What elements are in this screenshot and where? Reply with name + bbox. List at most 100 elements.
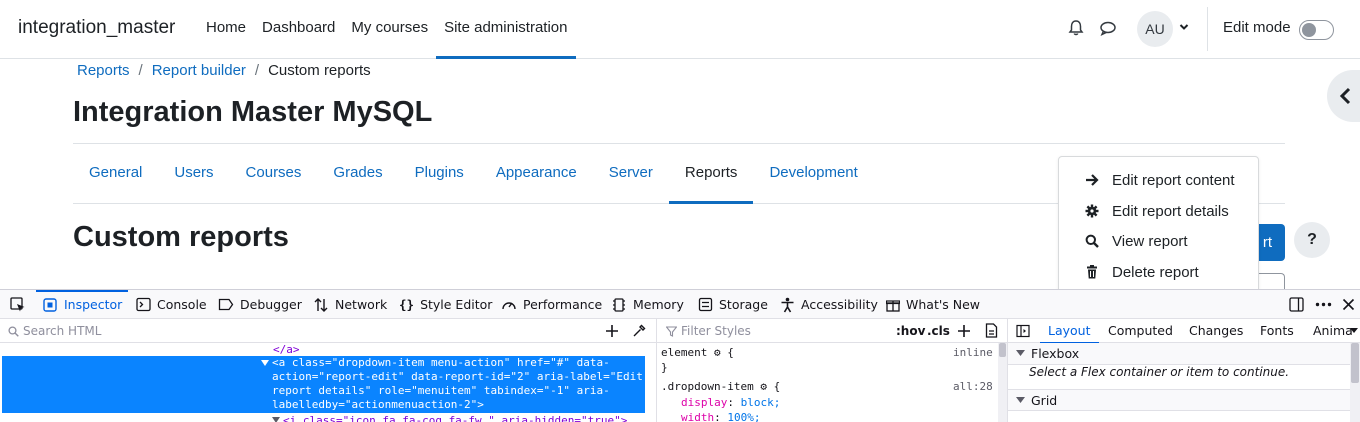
nav-my-courses[interactable]: My courses xyxy=(343,0,436,58)
gift-icon xyxy=(886,299,900,312)
devtools-tab-debugger[interactable]: Debugger xyxy=(218,290,302,319)
search-html-input[interactable]: Search HTML xyxy=(8,319,101,343)
expand-arrow-icon[interactable] xyxy=(272,417,280,422)
devtools-tab-console[interactable]: Console xyxy=(136,290,207,319)
inspector-icon xyxy=(43,297,57,312)
devtools-computed-tab[interactable]: Computed xyxy=(1108,319,1173,343)
devtools-layout-tab[interactable]: Layout xyxy=(1040,319,1098,344)
devtools-tab-storage[interactable]: Storage xyxy=(698,290,768,319)
scrollbar-thumb[interactable] xyxy=(1351,343,1359,383)
devtools-tab-whats-new[interactable]: What's New xyxy=(886,290,980,319)
navbar-divider xyxy=(1207,7,1208,51)
chevron-left-icon xyxy=(1339,87,1351,105)
rule-source[interactable]: all:28 xyxy=(953,379,993,395)
devtools-tab-inspector[interactable]: Inspector xyxy=(35,290,129,319)
devtools-subtoolbar: Search HTML Filter Styles :hov .cls Layo… xyxy=(0,319,1360,344)
edit-mode-toggle[interactable] xyxy=(1299,20,1334,40)
nav-site-administration[interactable]: Site administration xyxy=(436,0,576,59)
console-icon xyxy=(136,297,151,312)
tab-appearance[interactable]: Appearance xyxy=(480,144,593,203)
nav-dashboard[interactable]: Dashboard xyxy=(254,0,343,58)
rule-gear-icon[interactable]: ⚙ xyxy=(760,380,767,393)
arrow-right-icon xyxy=(1086,174,1099,186)
chevron-down-icon[interactable] xyxy=(1350,328,1358,334)
accessibility-icon xyxy=(781,297,794,312)
tab-reports[interactable]: Reports xyxy=(668,144,754,204)
filter-icon xyxy=(666,325,677,337)
devtools-tab-style-editor[interactable]: {} Style Editor xyxy=(399,290,492,319)
filter-styles-input[interactable]: Filter Styles xyxy=(666,319,751,343)
tab-grades[interactable]: Grades xyxy=(317,144,398,203)
flexbox-section-header[interactable]: Flexbox xyxy=(1008,343,1350,365)
open-drawer-button[interactable] xyxy=(1327,70,1360,122)
css-property[interactable]: display xyxy=(681,396,727,409)
markup-line[interactable]: </a> xyxy=(273,343,300,357)
rule-selector: element xyxy=(661,346,708,359)
selected-node[interactable]: <a class="dropdown-item menu-action" hre… xyxy=(2,356,645,413)
element-picker-icon[interactable] xyxy=(10,297,26,313)
menu-item-edit-report-details[interactable]: Edit report details xyxy=(1059,196,1259,226)
search-html-placeholder: Search HTML xyxy=(23,324,102,338)
devtools-tab-accessibility[interactable]: Accessibility xyxy=(780,290,878,319)
trash-icon xyxy=(1087,265,1097,279)
devtools-fonts-tab[interactable]: Fonts xyxy=(1260,319,1294,343)
devtools-tab-performance[interactable]: Performance xyxy=(501,290,602,319)
cog-icon xyxy=(1085,204,1099,218)
scrollbar-thumb[interactable] xyxy=(999,343,1006,357)
toggle-sidebar-icon[interactable] xyxy=(1016,324,1030,338)
markup-line[interactable]: <i class="icon fa fa-cog fa-fw " aria-hi… xyxy=(283,414,627,422)
grid-section-header[interactable]: Grid xyxy=(1008,389,1350,411)
more-options-icon[interactable] xyxy=(1315,302,1332,307)
tab-plugins[interactable]: Plugins xyxy=(399,144,480,203)
hov-toggle[interactable]: :hov xyxy=(896,324,925,338)
chevron-down-icon[interactable] xyxy=(1179,22,1189,32)
gauge-icon xyxy=(502,301,516,309)
devtools-tab-label: Console xyxy=(157,297,207,312)
devtools-tab-label: Network xyxy=(335,297,388,312)
search-icon xyxy=(8,325,19,337)
tab-courses[interactable]: Courses xyxy=(230,144,318,203)
css-value[interactable]: 100%; xyxy=(727,411,760,422)
network-icon xyxy=(314,297,328,312)
devtools-changes-tab[interactable]: Changes xyxy=(1189,319,1243,343)
help-button[interactable]: ? xyxy=(1294,222,1330,258)
dock-side-icon[interactable] xyxy=(1289,297,1304,312)
devtools-tab-label: Memory xyxy=(633,297,684,312)
devtools-animations-tab[interactable]: Anima xyxy=(1313,319,1353,343)
flexbox-message: Select a Flex container or item to conti… xyxy=(1029,365,1290,379)
eyedropper-icon[interactable] xyxy=(632,324,646,338)
add-rule-icon[interactable] xyxy=(957,324,971,338)
add-node-icon[interactable] xyxy=(605,324,619,338)
expand-arrow-icon[interactable] xyxy=(261,360,269,367)
bell-icon[interactable] xyxy=(1066,18,1086,38)
print-media-icon[interactable] xyxy=(985,323,998,338)
css-value[interactable]: block; xyxy=(741,396,781,409)
user-avatar[interactable]: AU xyxy=(1137,11,1173,47)
devtools-tab-memory[interactable]: Memory xyxy=(611,290,684,319)
devtools-tab-label: Storage xyxy=(719,297,768,312)
css-property[interactable]: width xyxy=(681,411,714,422)
close-icon[interactable] xyxy=(1342,298,1355,311)
site-brand[interactable]: integration_master xyxy=(18,17,175,39)
nav-home[interactable]: Home xyxy=(198,0,254,58)
rule-gear-icon[interactable]: ⚙ xyxy=(714,346,721,359)
search-icon xyxy=(1085,234,1099,248)
devtools-tab-label: What's New xyxy=(906,297,981,312)
breadcrumb-reports[interactable]: Reports xyxy=(77,62,130,79)
rule-source[interactable]: inline xyxy=(953,345,993,361)
devtools-tab-network[interactable]: Network xyxy=(313,290,387,319)
tab-server[interactable]: Server xyxy=(593,144,669,203)
cls-toggle[interactable]: .cls xyxy=(927,324,950,338)
layout-scrollbar[interactable] xyxy=(1350,343,1360,422)
menu-item-delete-report[interactable]: Delete report xyxy=(1059,257,1259,287)
chat-bubble-icon[interactable] xyxy=(1098,18,1118,38)
menu-item-edit-report-content[interactable]: Edit report content xyxy=(1059,165,1259,195)
tab-general[interactable]: General xyxy=(73,144,158,203)
memory-chip-icon xyxy=(613,297,625,312)
tab-users[interactable]: Users xyxy=(158,144,229,203)
breadcrumb-separator: / xyxy=(138,62,143,79)
tab-development[interactable]: Development xyxy=(753,144,873,203)
breadcrumb-report-builder[interactable]: Report builder xyxy=(152,62,246,79)
rules-scrollbar[interactable] xyxy=(998,343,1007,422)
menu-item-view-report[interactable]: View report xyxy=(1059,226,1259,256)
